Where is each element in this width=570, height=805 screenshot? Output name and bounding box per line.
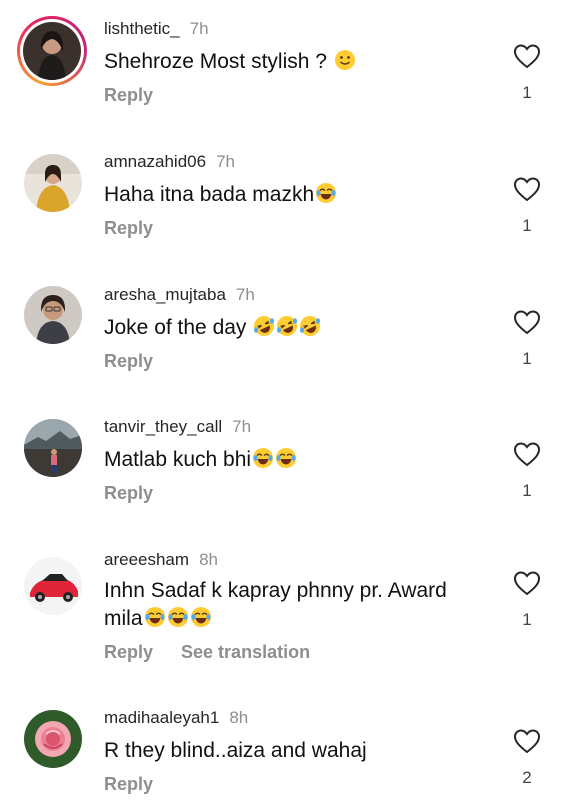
comment-text: Matlab kuch bhi — [104, 446, 494, 474]
like-count: 1 — [522, 83, 532, 102]
avatar — [23, 22, 81, 80]
heart-outline-icon[interactable] — [513, 570, 541, 596]
avatar — [24, 154, 82, 212]
comment-text-body: Matlab kuch bhi — [104, 448, 252, 471]
comment-text: Haha itna bada mazkh — [104, 181, 494, 209]
avatar — [24, 557, 82, 615]
reply-button[interactable]: Reply — [104, 483, 153, 504]
reply-button[interactable]: Reply — [104, 642, 153, 663]
comment-time: 7h — [216, 152, 235, 171]
comment-text: Inhn Sadaf k kapray phnny pr. Award mila — [104, 577, 494, 633]
avatar-story-ring[interactable] — [17, 16, 87, 86]
comment-time: 8h — [199, 550, 218, 569]
avatar-wrapper[interactable] — [24, 154, 82, 212]
rolling-on-floor-laughing-icon — [276, 315, 298, 337]
like-count: 1 — [522, 481, 532, 500]
comment-text-line-1: Inhn Sadaf k kapray phnny pr. Award — [104, 579, 447, 602]
comment-text: Joke of the day — [104, 314, 494, 342]
comment-username[interactable]: madihaaleyah1 — [104, 708, 219, 728]
reply-button[interactable]: Reply — [104, 774, 153, 795]
heart-outline-icon[interactable] — [513, 309, 541, 335]
comment-time: 7h — [235, 285, 255, 304]
avatar-wrapper[interactable] — [24, 419, 82, 477]
rolling-on-floor-laughing-icon — [299, 315, 321, 337]
face-with-tears-of-joy-icon — [252, 447, 274, 469]
avatar — [24, 710, 82, 768]
like-button[interactable]: 1 — [510, 309, 544, 369]
like-button[interactable]: 1 — [510, 441, 544, 501]
comment-username[interactable]: tanvir_they_call — [104, 417, 222, 437]
reply-button[interactable]: Reply — [104, 85, 153, 106]
comment-text: Shehroze Most stylish ? — [104, 48, 494, 76]
like-count: 2 — [522, 768, 532, 787]
comment-username[interactable]: aresha_mujtaba — [104, 285, 226, 305]
comment-time: 7h — [189, 19, 209, 38]
avatar-wrapper[interactable] — [24, 557, 82, 615]
face-with-tears-of-joy-icon — [167, 606, 189, 628]
rolling-on-floor-laughing-icon — [253, 315, 275, 337]
reply-button[interactable]: Reply — [104, 351, 153, 372]
like-button[interactable]: 1 — [510, 43, 544, 103]
comment-text-line-2: mila — [104, 607, 143, 630]
heart-outline-icon[interactable] — [513, 441, 541, 467]
comment-text-body: Haha itna bada mazkh — [104, 183, 315, 206]
like-count: 1 — [522, 216, 532, 235]
comment-username[interactable]: amnazahid06 — [104, 152, 206, 172]
face-with-tears-of-joy-icon — [144, 606, 166, 628]
comment-time: 8h — [229, 708, 249, 727]
avatar-wrapper[interactable] — [24, 710, 82, 768]
like-button[interactable]: 1 — [510, 570, 544, 630]
heart-outline-icon[interactable] — [513, 728, 541, 754]
face-with-tears-of-joy-icon — [190, 606, 212, 628]
comment-text-body: Shehroze Most stylish ? — [104, 50, 327, 73]
avatar — [24, 286, 82, 344]
heart-outline-icon[interactable] — [513, 43, 541, 69]
comment-username[interactable]: lishthetic_ — [104, 19, 180, 39]
like-button[interactable]: 2 — [510, 728, 544, 788]
reply-button[interactable]: Reply — [104, 218, 153, 239]
like-count: 1 — [522, 610, 532, 629]
comment-time: 7h — [232, 417, 252, 436]
comment-text-body: Joke of the day — [104, 316, 247, 339]
avatar — [24, 419, 82, 477]
face-with-tears-of-joy-icon — [315, 182, 337, 204]
like-count: 1 — [522, 349, 532, 368]
face-with-tears-of-joy-icon — [275, 447, 297, 469]
comment-username[interactable]: areeesham — [104, 550, 189, 570]
avatar-wrapper[interactable] — [24, 286, 82, 344]
heart-outline-icon[interactable] — [513, 176, 541, 202]
like-button[interactable]: 1 — [510, 176, 544, 236]
slightly-smiling-face-icon — [334, 49, 356, 71]
see-translation-button[interactable]: See translation — [181, 642, 310, 663]
comment-text: R they blind..aiza and wahaj — [104, 739, 367, 762]
